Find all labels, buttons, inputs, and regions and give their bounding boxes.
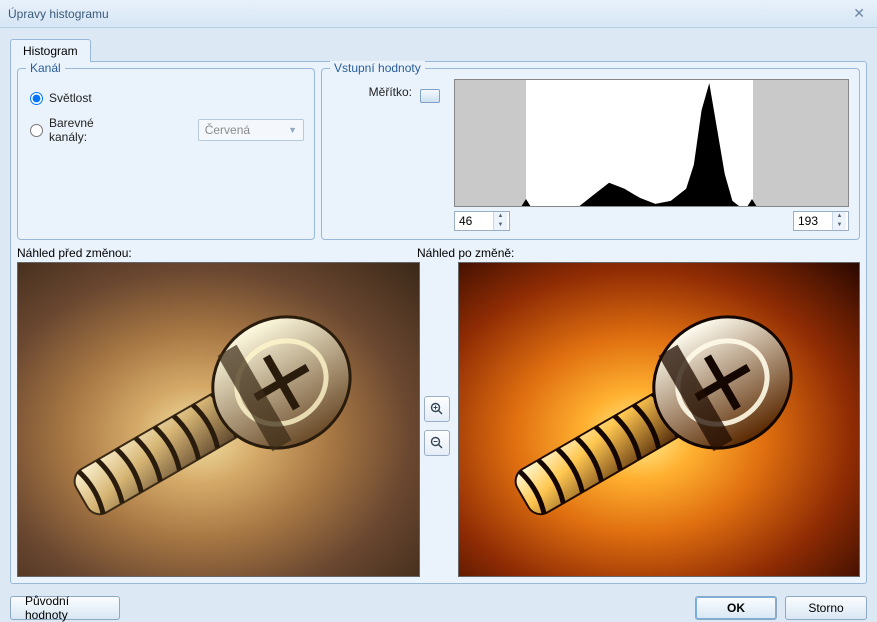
preview-before-label: Náhled před změnou: — [17, 246, 417, 260]
channel-combo[interactable]: Červená ▼ — [198, 119, 304, 141]
tab-panel: Kanál Světlost Barevné kanály: Červená ▼… — [10, 61, 867, 584]
spin-down-icon[interactable]: ▼ — [833, 221, 846, 230]
channel-legend: Kanál — [26, 61, 65, 75]
black-point-handle[interactable] — [521, 199, 531, 207]
white-point-handle[interactable] — [747, 199, 757, 207]
window-title: Úpravy histogramu — [8, 7, 849, 21]
close-icon[interactable]: ✕ — [849, 5, 869, 22]
radio-lightness[interactable] — [30, 92, 43, 105]
spin-down-icon[interactable]: ▼ — [494, 221, 507, 230]
white-point-spinner[interactable]: ▲▼ — [793, 211, 849, 231]
button-bar: Původní hodnoty OK Storno — [0, 590, 877, 620]
scale-slider[interactable] — [420, 89, 440, 103]
spin-up-icon[interactable]: ▲ — [494, 212, 507, 221]
channel-fieldset: Kanál Světlost Barevné kanály: Červená ▼ — [17, 68, 315, 240]
black-point-spinner[interactable]: ▲▼ — [454, 211, 510, 231]
black-point-input[interactable] — [455, 214, 493, 228]
radio-color-label: Barevné kanály: — [49, 116, 132, 144]
histogram-curve — [455, 80, 848, 207]
tab-histogram[interactable]: Histogram — [10, 39, 91, 62]
zoom-out-icon — [430, 436, 444, 450]
preview-after-label: Náhled po změně: — [417, 246, 514, 260]
radio-lightness-label: Světlost — [49, 91, 92, 105]
histogram-chart[interactable] — [454, 79, 849, 207]
radio-color-channels[interactable] — [30, 124, 43, 137]
preview-after-image — [458, 262, 861, 577]
input-values-fieldset: Vstupní hodnoty Měřítko: — [321, 68, 860, 240]
white-point-input[interactable] — [794, 214, 832, 228]
zoom-in-icon — [430, 402, 444, 416]
chevron-down-icon: ▼ — [288, 125, 297, 135]
preview-before-image — [17, 262, 420, 577]
input-values-legend: Vstupní hodnoty — [330, 61, 425, 75]
spin-up-icon[interactable]: ▲ — [833, 212, 846, 221]
zoom-in-button[interactable] — [424, 396, 450, 422]
reset-button[interactable]: Původní hodnoty — [10, 596, 120, 620]
scale-label: Měřítko: — [369, 85, 412, 99]
title-bar: Úpravy histogramu ✕ — [0, 0, 877, 28]
cancel-button[interactable]: Storno — [785, 596, 867, 620]
ok-button[interactable]: OK — [695, 596, 777, 620]
tab-strip: Histogram — [0, 28, 877, 61]
zoom-out-button[interactable] — [424, 430, 450, 456]
